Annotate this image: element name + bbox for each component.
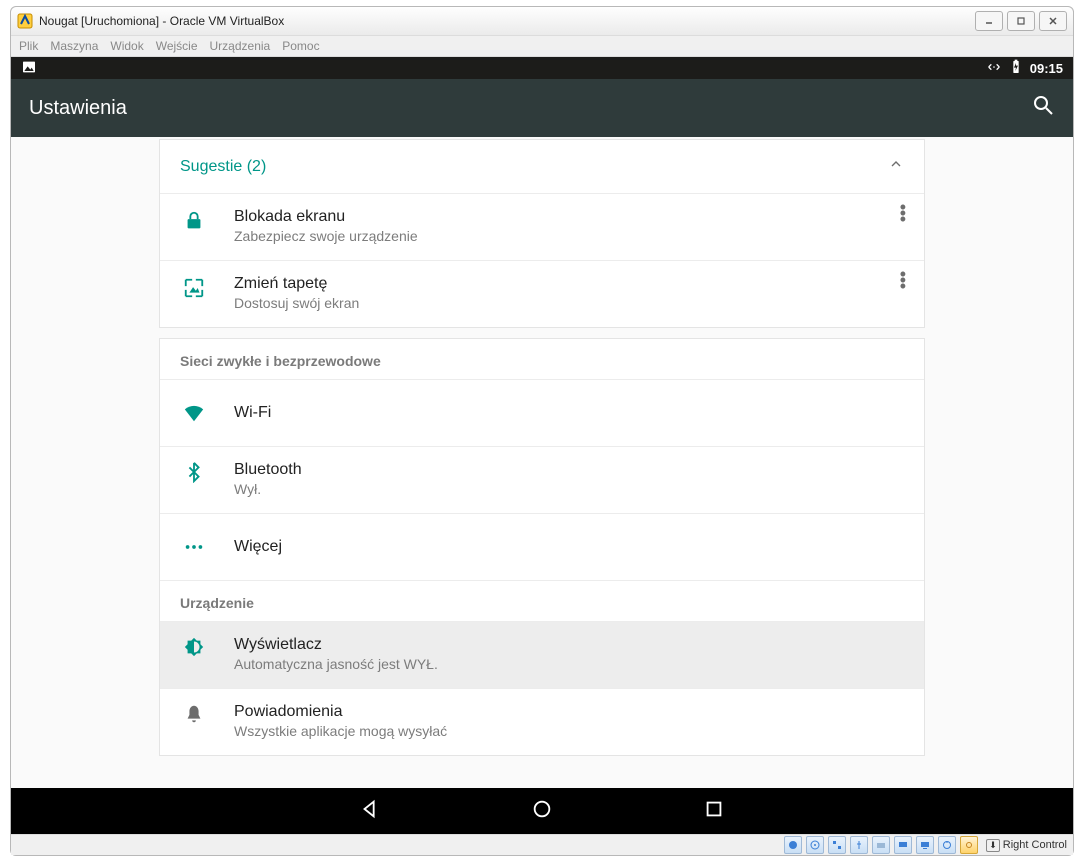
setting-title: Wyświetlacz [234,636,438,654]
picture-icon [21,59,37,78]
section-header-network: Sieci zwykłe i bezprzewodowe [160,339,924,380]
vb-optical-icon[interactable] [806,836,824,854]
section-header-device: Urządzenie [160,581,924,622]
vb-recording-icon[interactable] [916,836,934,854]
setting-wifi[interactable]: Wi-Fi [160,380,924,447]
vb-display-icon[interactable] [894,836,912,854]
setting-display[interactable]: Wyświetlacz Automatyczna jasność jest WY… [160,622,924,689]
suggestion-subtitle: Dostosuj swój ekran [234,295,359,311]
suggestions-title: Sugestie (2) [180,158,266,176]
setting-title: Powiadomienia [234,703,447,721]
wifi-icon [180,402,208,424]
nav-back-button[interactable] [359,798,381,825]
statusbar-time: 09:15 [1030,61,1063,76]
suggestions-card: Sugestie (2) Blokada ekranu Zabe [159,139,925,328]
vb-usb-icon[interactable] [850,836,868,854]
wallpaper-icon [180,277,208,299]
minimize-button[interactable] [975,11,1003,31]
bluetooth-icon [180,461,208,483]
maximize-button[interactable] [1007,11,1035,31]
nav-home-button[interactable] [531,798,553,825]
settings-list-card: Sieci zwykłe i bezprzewodowe Wi-Fi [159,338,925,756]
menu-item[interactable]: Maszyna [50,39,98,53]
host-key-label: Right Control [1003,839,1067,851]
android-navbar [11,788,1073,834]
vb-shared-folder-icon[interactable] [872,836,890,854]
host-key-indicator[interactable]: ⬇ Right Control [986,839,1067,852]
virtualbox-window: Nougat [Uruchomiona] - Oracle VM Virtual… [10,6,1074,856]
menu-item[interactable]: Pomoc [282,39,319,53]
more-horizontal-icon [180,536,208,558]
android-statusbar[interactable]: 09:15 [11,57,1073,79]
search-button[interactable] [1031,93,1055,123]
battery-charging-icon [1008,59,1024,78]
vb-hdd-icon[interactable] [784,836,802,854]
nav-recent-button[interactable] [703,798,725,825]
window-menubar: Plik Maszyna Widok Wejście Urządzenia Po… [11,36,1073,57]
window-titlebar: Nougat [Uruchomiona] - Oracle VM Virtual… [11,7,1073,36]
setting-title: Bluetooth [234,461,302,479]
menu-item[interactable]: Plik [19,39,38,53]
suggestion-lockscreen[interactable]: Blokada ekranu Zabezpiecz swoje urządzen… [160,194,924,261]
vb-audio-icon[interactable] [938,836,956,854]
bell-icon [180,703,208,725]
menu-item[interactable]: Urządzenia [210,39,271,53]
setting-subtitle: Wył. [234,481,302,497]
suggestion-title: Zmień tapetę [234,275,359,293]
setting-notifications[interactable]: Powiadomienia Wszystkie aplikacje mogą w… [160,689,924,755]
close-button[interactable] [1039,11,1067,31]
android-screen: 09:15 Ustawienia Sugestie (2) [11,57,1073,834]
vb-gear-icon[interactable] [960,836,978,854]
setting-subtitle: Automatyczna jasność jest WYŁ. [234,656,438,672]
menu-item[interactable]: Widok [110,39,143,53]
expand-icon [986,59,1002,78]
lock-icon [180,210,208,232]
menu-item[interactable]: Wejście [156,39,198,53]
suggestion-wallpaper[interactable]: Zmień tapetę Dostosuj swój ekran ••• [160,261,924,327]
vm-display-area[interactable]: 09:15 Ustawienia Sugestie (2) [11,57,1073,834]
settings-content[interactable]: Sugestie (2) Blokada ekranu Zabe [11,137,1073,788]
more-options-button[interactable]: ••• [900,271,906,289]
setting-more[interactable]: Więcej [160,514,924,581]
suggestions-header[interactable]: Sugestie (2) [160,140,924,194]
page-title: Ustawienia [29,97,127,120]
window-title: Nougat [Uruchomiona] - Oracle VM Virtual… [39,14,971,28]
suggestion-title: Blokada ekranu [234,208,418,226]
setting-bluetooth[interactable]: Bluetooth Wył. [160,447,924,514]
more-options-button[interactable]: ••• [900,204,906,222]
suggestion-subtitle: Zabezpiecz swoje urządzenie [234,228,418,244]
vb-network-icon[interactable] [828,836,846,854]
brightness-icon [180,636,208,658]
virtualbox-statusbar: ⬇ Right Control [11,834,1073,855]
setting-title: Wi-Fi [234,404,271,422]
setting-title: Więcej [234,538,282,556]
down-arrow-icon: ⬇ [986,839,1000,852]
settings-appbar: Ustawienia [11,79,1073,137]
virtualbox-logo-icon [17,13,33,29]
setting-subtitle: Wszystkie aplikacje mogą wysyłać [234,723,447,739]
chevron-up-icon [888,156,904,177]
